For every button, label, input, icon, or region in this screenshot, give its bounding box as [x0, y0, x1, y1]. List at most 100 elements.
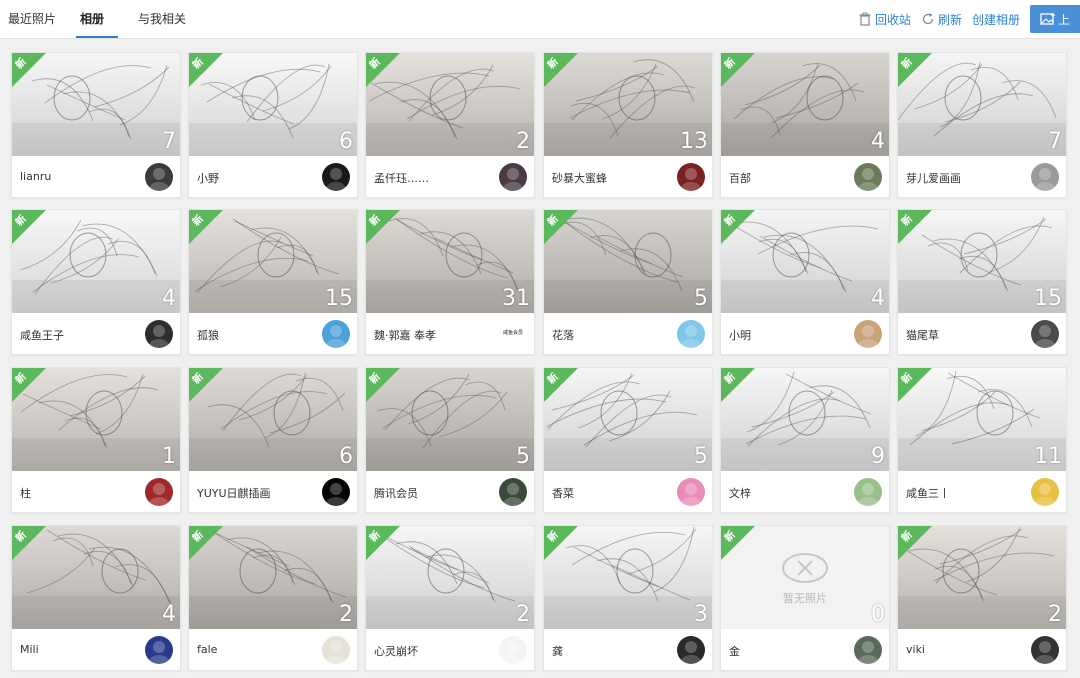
album-owner-name[interactable]: 咸鱼三丨: [906, 485, 950, 501]
album-card[interactable]: 暂无照片 0 新金: [720, 525, 890, 671]
album-owner-name[interactable]: viki: [906, 643, 925, 656]
album-footer: 香菜: [544, 471, 712, 512]
owner-avatar[interactable]: [854, 636, 882, 664]
album-card[interactable]: 2 新孟仟珏……: [365, 52, 535, 198]
album-owner-name[interactable]: 孟仟珏……: [374, 170, 429, 186]
album-owner-name[interactable]: 花落: [552, 327, 574, 343]
album-card[interactable]: 3新龚: [543, 525, 713, 671]
empty-album-message: 暂无照片: [783, 592, 827, 605]
album-footer: YUYU日麒插画: [189, 471, 357, 512]
owner-avatar[interactable]: [1031, 163, 1059, 191]
album-card[interactable]: 6 新小野: [188, 52, 358, 198]
owner-avatar[interactable]: 咸鱼会员: [499, 320, 527, 348]
album-owner-name[interactable]: lianru: [20, 170, 51, 183]
photo-count: 6: [339, 444, 353, 469]
album-footer: viki: [898, 629, 1066, 670]
album-footer: 咸鱼三丨: [898, 471, 1066, 512]
album-footer: 孟仟珏……: [366, 156, 534, 197]
photo-count: 13: [680, 129, 708, 154]
album-card[interactable]: 4 新百部: [720, 52, 890, 198]
album-owner-name[interactable]: 魏·郭嘉 奉孝: [374, 327, 436, 343]
album-card[interactable]: 9 新文梓: [720, 367, 890, 513]
album-owner-name[interactable]: 猫尾草: [906, 327, 939, 343]
album-owner-name[interactable]: 腾讯会员: [374, 485, 418, 501]
album-card[interactable]: 4 新 Mili: [11, 525, 181, 671]
album-owner-name[interactable]: 芽儿爱画画: [906, 170, 961, 186]
album-footer: 砂暴大蜜蜂: [544, 156, 712, 197]
album-footer: 魏·郭嘉 奉孝 咸鱼会员: [366, 313, 534, 354]
album-card[interactable]: 15 新猫尾草: [897, 209, 1067, 355]
owner-avatar[interactable]: [499, 163, 527, 191]
owner-avatar[interactable]: [854, 478, 882, 506]
photo-count: 15: [1034, 286, 1062, 311]
photo-count: 4: [162, 286, 176, 311]
album-card[interactable]: 5 新腾讯会员: [365, 367, 535, 513]
album-owner-name[interactable]: 柱: [20, 485, 31, 501]
album-footer: 小明: [721, 313, 889, 354]
owner-avatar[interactable]: [145, 478, 173, 506]
album-owner-name[interactable]: 香菜: [552, 485, 574, 501]
owner-avatar-text: 咸鱼会员: [502, 330, 523, 336]
photo-count: 9: [871, 444, 885, 469]
album-owner-name[interactable]: YUYU日麒插画: [197, 485, 271, 501]
album-grid: 7 新 lianru 6 新小野 2 新孟仟珏…… 13 新砂暴大蜜蜂 4 新百部 7 新芽儿爱画画 4 新…: [0, 0, 1080, 678]
album-owner-name[interactable]: 心灵崩坏: [374, 643, 418, 659]
album-owner-name[interactable]: 金: [729, 643, 740, 659]
album-owner-name[interactable]: 龚: [552, 643, 563, 659]
owner-avatar[interactable]: [322, 478, 350, 506]
owner-avatar[interactable]: [499, 636, 527, 664]
owner-avatar[interactable]: [322, 163, 350, 191]
album-owner-name[interactable]: 孤狼: [197, 327, 219, 343]
photo-count: 6: [339, 129, 353, 154]
album-card[interactable]: 13 新砂暴大蜜蜂: [543, 52, 713, 198]
album-owner-name[interactable]: Mili: [20, 643, 39, 656]
owner-avatar[interactable]: [677, 163, 705, 191]
album-card[interactable]: 5 新香菜: [543, 367, 713, 513]
owner-avatar[interactable]: [1031, 478, 1059, 506]
album-owner-name[interactable]: 砂暴大蜜蜂: [552, 170, 607, 186]
album-footer: 腾讯会员: [366, 471, 534, 512]
album-card[interactable]: 5 新花落: [543, 209, 713, 355]
album-footer: 柱: [12, 471, 180, 512]
owner-avatar[interactable]: [145, 163, 173, 191]
owner-avatar[interactable]: [1031, 636, 1059, 664]
album-owner-name[interactable]: 咸鱼王子: [20, 327, 64, 343]
owner-avatar[interactable]: [145, 636, 173, 664]
album-card[interactable]: 15 新孤狼: [188, 209, 358, 355]
photo-count: 2: [516, 602, 530, 627]
album-card[interactable]: 31 新魏·郭嘉 奉孝 咸鱼会员: [365, 209, 535, 355]
owner-avatar[interactable]: [677, 636, 705, 664]
album-owner-name[interactable]: 百部: [729, 170, 751, 186]
owner-avatar[interactable]: [322, 320, 350, 348]
album-card[interactable]: 1新柱: [11, 367, 181, 513]
photo-count: 4: [162, 602, 176, 627]
owner-avatar[interactable]: [677, 478, 705, 506]
photo-count: 3: [694, 602, 708, 627]
album-card[interactable]: 4 新小明: [720, 209, 890, 355]
album-card[interactable]: 4 新咸鱼王子: [11, 209, 181, 355]
photo-count: 11: [1034, 444, 1062, 469]
album-owner-name[interactable]: fale: [197, 643, 217, 656]
owner-avatar[interactable]: [854, 320, 882, 348]
album-footer: 花落: [544, 313, 712, 354]
photo-count: 2: [1048, 602, 1062, 627]
owner-avatar[interactable]: [677, 320, 705, 348]
owner-avatar[interactable]: [499, 478, 527, 506]
album-card[interactable]: 2 新 fale: [188, 525, 358, 671]
album-card[interactable]: 7 新 lianru: [11, 52, 181, 198]
album-footer: 龚: [544, 629, 712, 670]
album-card[interactable]: 11 新咸鱼三丨: [897, 367, 1067, 513]
photo-count: 5: [694, 286, 708, 311]
album-owner-name[interactable]: 小明: [729, 327, 751, 343]
owner-avatar[interactable]: [854, 163, 882, 191]
owner-avatar[interactable]: [322, 636, 350, 664]
album-card[interactable]: 2 新 viki: [897, 525, 1067, 671]
album-owner-name[interactable]: 小野: [197, 170, 219, 186]
owner-avatar[interactable]: [1031, 320, 1059, 348]
album-card[interactable]: 2 新心灵崩坏: [365, 525, 535, 671]
owner-avatar[interactable]: [145, 320, 173, 348]
album-owner-name[interactable]: 文梓: [729, 485, 751, 501]
album-footer: 猫尾草: [898, 313, 1066, 354]
album-card[interactable]: 6 新 YUYU日麒插画: [188, 367, 358, 513]
album-card[interactable]: 7 新芽儿爱画画: [897, 52, 1067, 198]
